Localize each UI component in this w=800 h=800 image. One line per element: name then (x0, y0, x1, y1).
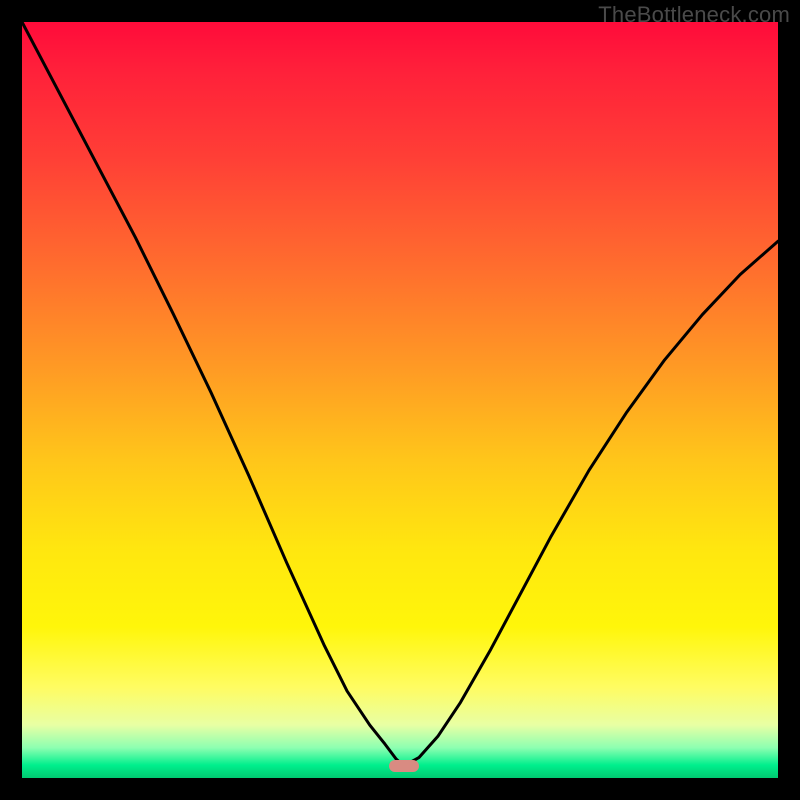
chart-frame: TheBottleneck.com (0, 0, 800, 800)
optimal-point-marker (389, 760, 419, 772)
watermark-text: TheBottleneck.com (598, 2, 790, 28)
bottleneck-curve (22, 22, 778, 778)
plot-area (22, 22, 778, 778)
